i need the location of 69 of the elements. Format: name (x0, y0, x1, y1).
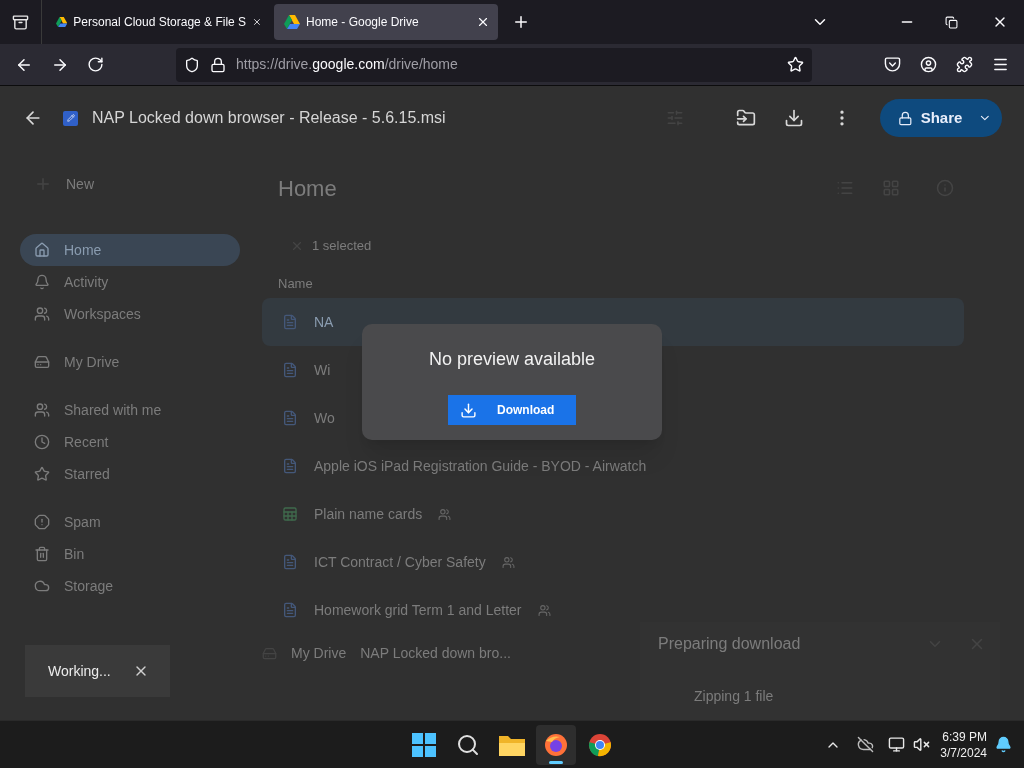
cloud-off-icon[interactable] (857, 736, 875, 753)
doc-icon (282, 602, 298, 618)
sheet-icon (282, 506, 298, 522)
bookmark-star-icon[interactable] (787, 56, 804, 73)
restore-icon[interactable] (945, 15, 958, 29)
file-name[interactable]: Wi (314, 359, 331, 381)
notification-bell-icon[interactable] (995, 736, 1012, 753)
file-name[interactable]: Apple iOS iPad Registration Guide - BYOD - Airwatch (314, 455, 647, 477)
panel-item: Zipping 1 file (693, 687, 775, 706)
share-button[interactable]: Share (880, 99, 1002, 137)
search-icon (456, 732, 480, 757)
browser-tab[interactable]: Home - Google Drive (274, 4, 498, 40)
nav-item[interactable]: Spam (20, 506, 240, 538)
download-icon[interactable] (784, 108, 804, 128)
tab-title: Home - Google Drive (306, 14, 420, 31)
nav-item[interactable]: Home (20, 234, 240, 266)
folder-icon (499, 733, 525, 756)
lock-icon (898, 110, 913, 126)
url-text: https://drive.google.com/drive/home (236, 55, 458, 74)
account-icon[interactable] (920, 56, 937, 73)
file-name[interactable]: Plain name cards (314, 503, 423, 525)
page-heading: Home (277, 174, 337, 203)
nav-item[interactable]: My Drive (20, 346, 240, 378)
address-bar[interactable]: https://drive.google.com/drive/home (176, 47, 812, 82)
nav-item[interactable]: Workspaces (20, 298, 240, 330)
download-icon (460, 401, 477, 419)
menu-icon[interactable] (992, 56, 1009, 73)
new-label[interactable]: New (66, 173, 94, 195)
breadcrumb-item[interactable]: NAP Locked down bro... (360, 642, 511, 664)
tab-title: Personal Cloud Storage & File S (73, 14, 247, 31)
tab-list-icon[interactable] (12, 13, 29, 31)
doc-icon (282, 362, 298, 378)
doc-icon (282, 314, 298, 330)
close-tab-icon[interactable] (476, 15, 490, 29)
shield-icon[interactable] (184, 56, 200, 73)
doc-icon (282, 458, 298, 474)
file-title: NAP Locked down browser - Release - 5.6.15.msi (92, 108, 446, 128)
file-type-icon (63, 110, 78, 126)
nav-item[interactable]: Activity (20, 266, 240, 298)
browser-tab[interactable]: Personal Cloud Storage & File S (46, 4, 270, 40)
selection-count: 1 selected (312, 237, 372, 256)
nav-item[interactable]: Starred (20, 458, 240, 490)
move-folder-icon[interactable] (736, 108, 756, 128)
network-icon[interactable] (888, 736, 906, 753)
nav-item[interactable]: Recent (20, 426, 240, 458)
doc-icon (282, 410, 298, 426)
doc-icon (282, 554, 298, 570)
extensions-icon[interactable] (956, 56, 973, 73)
file-name[interactable]: NA (314, 311, 334, 333)
muted-speaker-icon[interactable] (913, 736, 931, 753)
nav-item[interactable]: Bin (20, 538, 240, 570)
new-tab-icon[interactable] (512, 13, 530, 31)
toast-message: Working... (48, 661, 111, 681)
lock-icon[interactable] (210, 56, 226, 73)
file-name[interactable]: Homework grid Term 1 and Letter (314, 599, 522, 621)
breadcrumb-item[interactable]: My Drive (291, 642, 347, 664)
column-header: Name (277, 275, 314, 293)
clock[interactable]: 6:39 PM 3/7/2024 (940, 728, 987, 761)
windows-logo-icon (412, 732, 436, 757)
file-name[interactable]: Wo (314, 407, 335, 429)
panel-title: Preparing download (658, 634, 801, 654)
nav-item[interactable]: Shared with me (20, 394, 240, 426)
nav-item[interactable]: Storage (20, 570, 240, 602)
reload-icon[interactable] (87, 56, 104, 73)
dialog-message: No preview available (428, 348, 596, 371)
download-button[interactable]: Download (448, 395, 576, 425)
taskbar-app[interactable] (536, 724, 576, 765)
file-name[interactable]: ICT Contract / Cyber Safety (314, 551, 486, 573)
fox-browser-icon (544, 732, 568, 757)
